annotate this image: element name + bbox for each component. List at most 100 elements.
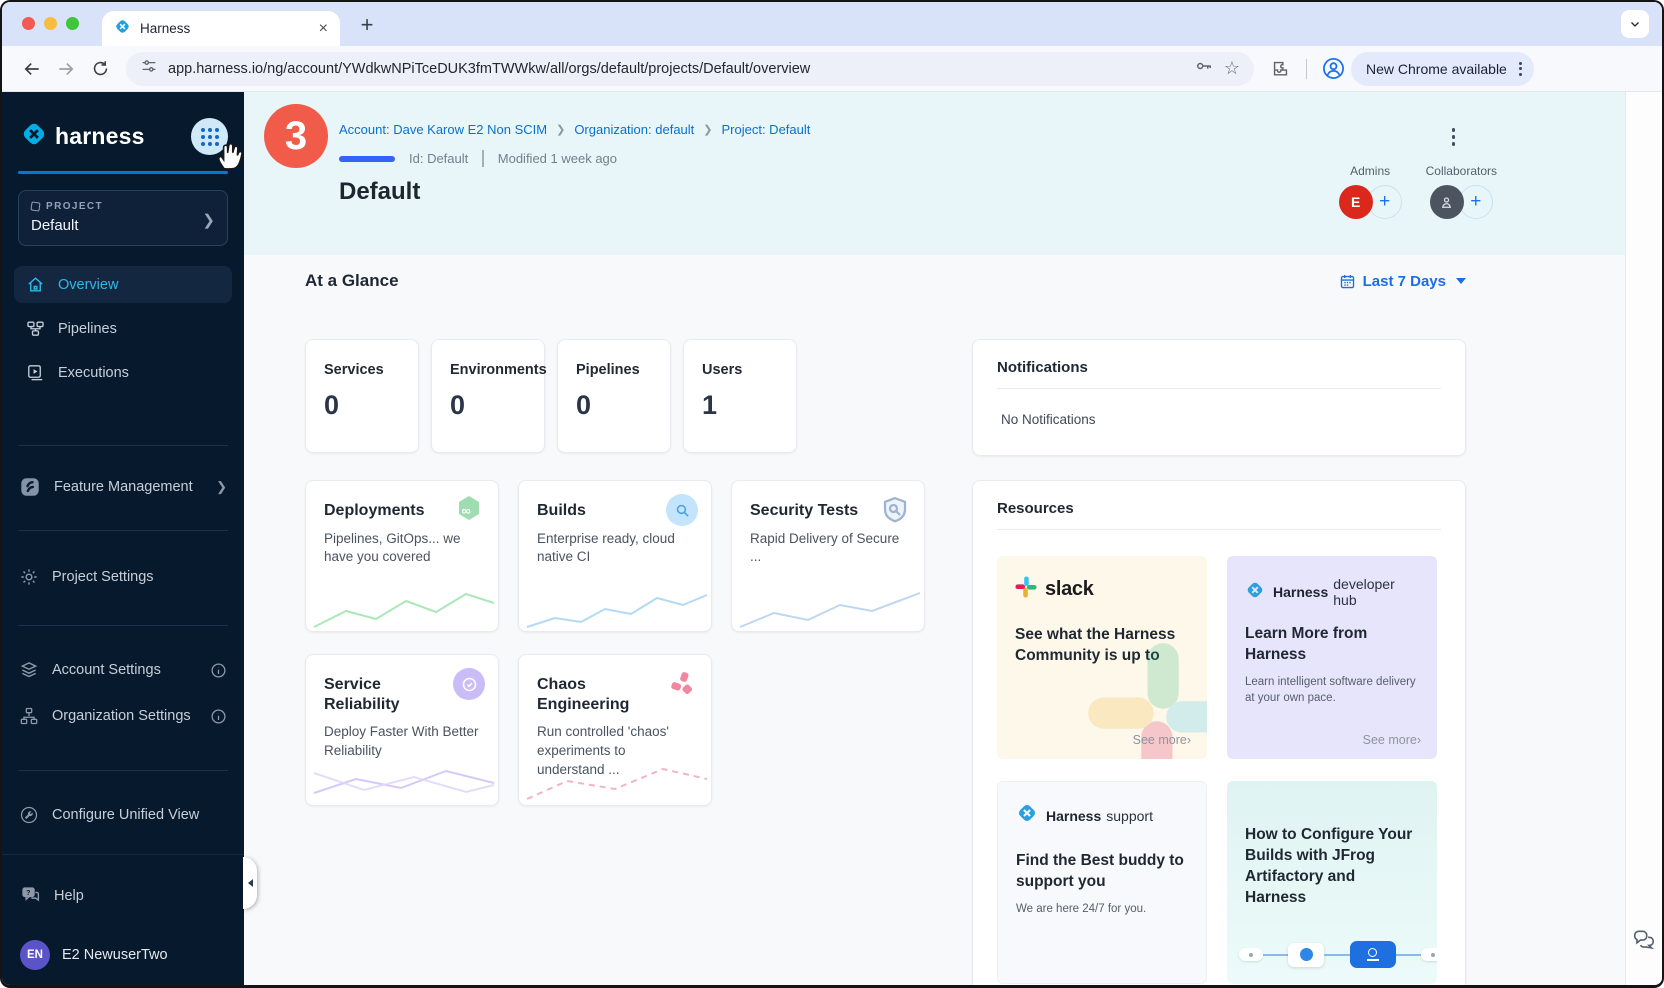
info-icon[interactable] [210,708,227,725]
project-selector[interactable]: PROJECT Default ❯ [18,190,228,246]
breadcrumb-project-link[interactable]: Project: Default [722,122,811,137]
caret-down-icon [1456,278,1466,284]
harness-logo-icon [1245,580,1265,605]
pipeline-node-selected-icon [1350,941,1396,968]
breadcrumb-org-link[interactable]: Organization: default [574,122,694,137]
resource-card-support[interactable]: Harness support Find the Best buddy to s… [997,781,1207,984]
stat-card-services[interactable]: Services 0 [305,339,419,453]
address-bar[interactable]: app.harness.io/ng/account/YWdkwNPiTceDUK… [126,52,1254,86]
project-color-bar [339,156,395,162]
see-more-link[interactable]: See more› [1363,733,1421,747]
stat-value: 1 [702,390,778,421]
sidebar-item-configure-unified-view[interactable]: Configure Unified View [2,797,244,833]
browser-menu-kebab-icon[interactable] [1515,62,1526,76]
sidebar-item-overview[interactable]: Overview [14,266,232,303]
browser-tab[interactable]: Harness × [102,11,340,46]
back-button[interactable] [16,53,48,85]
site-settings-icon[interactable] [140,57,158,80]
tab-search-button[interactable] [1621,10,1649,38]
see-more-chevron-icon: › [1417,733,1421,747]
admins-label: Admins [1339,164,1402,178]
stat-value: 0 [576,390,652,421]
add-collaborator-button[interactable]: + [1459,185,1493,219]
extensions-button[interactable] [1264,53,1296,85]
password-key-icon[interactable] [1194,56,1214,81]
chrome-update-pill[interactable]: New Chrome available [1351,52,1534,86]
info-icon[interactable] [210,662,227,679]
sidebar-item-organization-settings[interactable]: Organization Settings [2,698,244,734]
collaborator-avatar[interactable] [1430,185,1464,219]
notifications-title: Notifications [997,359,1441,376]
chat-launcher-button[interactable] [1631,927,1657,958]
url-text[interactable]: app.harness.io/ng/account/YWdkwNPiTceDUK… [168,61,1184,77]
module-card-builds[interactable]: Builds Enterprise ready, cloud native CI [518,480,712,632]
add-admin-button[interactable]: + [1368,185,1402,219]
module-description: Enterprise ready, cloud native CI [537,530,693,568]
sidebar-item-pipelines[interactable]: Pipelines [14,310,232,347]
bookmark-star-icon[interactable]: ☆ [1224,58,1240,79]
sidebar-item-feature-management[interactable]: Feature Management ❯ [2,468,244,506]
svg-text:∞: ∞ [462,503,471,518]
forward-button[interactable] [50,53,82,85]
reload-button[interactable] [84,53,116,85]
reload-icon [91,59,110,78]
module-card-service-reliability[interactable]: Service Reliability Deploy Faster With B… [305,654,499,806]
stat-label: Environments [450,362,526,378]
minimize-window-button[interactable] [44,17,57,30]
sidebar-item-label: Executions [58,365,129,381]
module-grid-button[interactable] [191,118,228,155]
pipelines-icon [26,319,45,338]
back-arrow-icon [22,59,42,79]
project-selector-label: PROJECT [46,201,103,212]
module-card-chaos-engineering[interactable]: Chaos Engineering Run controlled 'chaos'… [518,654,712,806]
see-more-link[interactable]: See more› [1133,733,1191,747]
profile-avatar-icon [1321,56,1346,81]
module-title: Security Tests [750,501,878,521]
resource-card-slack[interactable]: slack See what the Harness Community is … [997,556,1207,759]
breadcrumb: Account: Dave Karow E2 Non SCIM ❯ Organi… [339,122,1625,137]
collapse-arrow-icon [248,879,253,887]
tab-close-icon[interactable]: × [319,21,328,37]
maximize-window-button[interactable] [66,17,79,30]
breadcrumb-account-link[interactable]: Account: Dave Karow E2 Non SCIM [339,122,547,137]
user-profile-item[interactable]: EN E2 NewuserTwo [18,940,228,970]
slack-brand-text: slack [1045,578,1094,601]
stat-card-users[interactable]: Users 1 [683,339,797,453]
feature-management-icon [19,476,41,498]
stat-card-pipelines[interactable]: Pipelines 0 [557,339,671,453]
sidebar-item-executions[interactable]: Executions [14,354,232,391]
admin-avatar[interactable]: E [1339,185,1373,219]
meta-divider [482,150,484,167]
resource-title: How to Configure Your Builds with JFrog … [1245,825,1419,909]
resource-card-jfrog[interactable]: How to Configure Your Builds with JFrog … [1227,781,1437,984]
date-range-selector[interactable]: Last 7 Days [1339,273,1466,290]
collaborators-group: Collaborators + [1426,164,1497,219]
no-notifications-text: No Notifications [997,412,1441,427]
harness-logo-text: harness [55,123,145,150]
sidebar-item-account-settings[interactable]: Account Settings [2,652,244,688]
deployments-icon: ∞ [453,494,485,526]
pipeline-diagram [1239,941,1437,968]
resources-panel: Resources slack [972,480,1466,986]
annotation-step-badge: 3 [264,104,328,168]
sidebar-item-project-settings[interactable]: Project Settings [2,559,244,595]
profile-button[interactable] [1317,53,1349,85]
sidebar-item-label: Feature Management [54,479,203,495]
sidebar-collapse-handle[interactable] [243,857,257,909]
chrome-update-text: New Chrome available [1366,61,1507,77]
brand-suffix-text: developer hub [1333,576,1419,608]
builds-icon [666,494,698,526]
stats-row: Services 0 Environments 0 Pipelines 0 [305,339,925,453]
stat-card-environments[interactable]: Environments 0 [431,339,545,453]
module-card-deployments[interactable]: Deployments Pipelines, GitOps... we have… [305,480,499,632]
page-options-kebab[interactable] [1448,124,1460,150]
close-window-button[interactable] [22,17,35,30]
resource-card-developer-hub[interactable]: Harness developer hub Learn More from Ha… [1227,556,1437,759]
sidebar-item-help[interactable]: ? Help [18,877,228,914]
chaos-engineering-icon [666,668,698,700]
module-card-security-tests[interactable]: Security Tests Rapid Delivery of Secure … [731,480,925,632]
browser-toolbar: app.harness.io/ng/account/YWdkwNPiTceDUK… [2,46,1662,92]
notifications-panel: Notifications No Notifications [972,339,1466,456]
slack-logo-icon [1015,576,1037,603]
new-tab-button[interactable]: + [354,12,380,38]
